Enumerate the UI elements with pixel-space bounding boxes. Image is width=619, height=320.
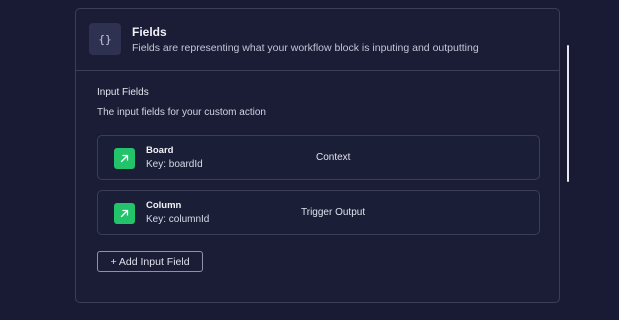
field-key: Key: columnId	[146, 214, 210, 225]
field-card-board[interactable]: Board Key: boardId Context	[97, 135, 540, 180]
field-key: Key: boardId	[146, 159, 203, 170]
field-card-column[interactable]: Column Key: columnId Trigger Output	[97, 190, 540, 235]
braces-icon: {}	[89, 23, 121, 55]
scrollbar-thumb[interactable]	[567, 45, 569, 182]
input-fields-description: The input fields for your custom action	[97, 107, 266, 118]
add-input-field-button[interactable]: + Add Input Field	[97, 251, 203, 272]
panel-header: {} Fields Fields are representing what y…	[76, 9, 559, 71]
field-type: Trigger Output	[301, 207, 366, 218]
arrow-up-right-icon	[114, 148, 135, 169]
panel-subtitle: Fields are representing what your workfl…	[132, 42, 479, 54]
arrow-up-right-icon	[114, 203, 135, 224]
field-name: Column	[146, 200, 182, 211]
panel-title: Fields	[132, 25, 167, 39]
fields-panel: {} Fields Fields are representing what y…	[75, 8, 560, 303]
field-name: Board	[146, 145, 174, 156]
input-fields-title: Input Fields	[97, 87, 149, 98]
field-type: Context	[316, 152, 351, 163]
